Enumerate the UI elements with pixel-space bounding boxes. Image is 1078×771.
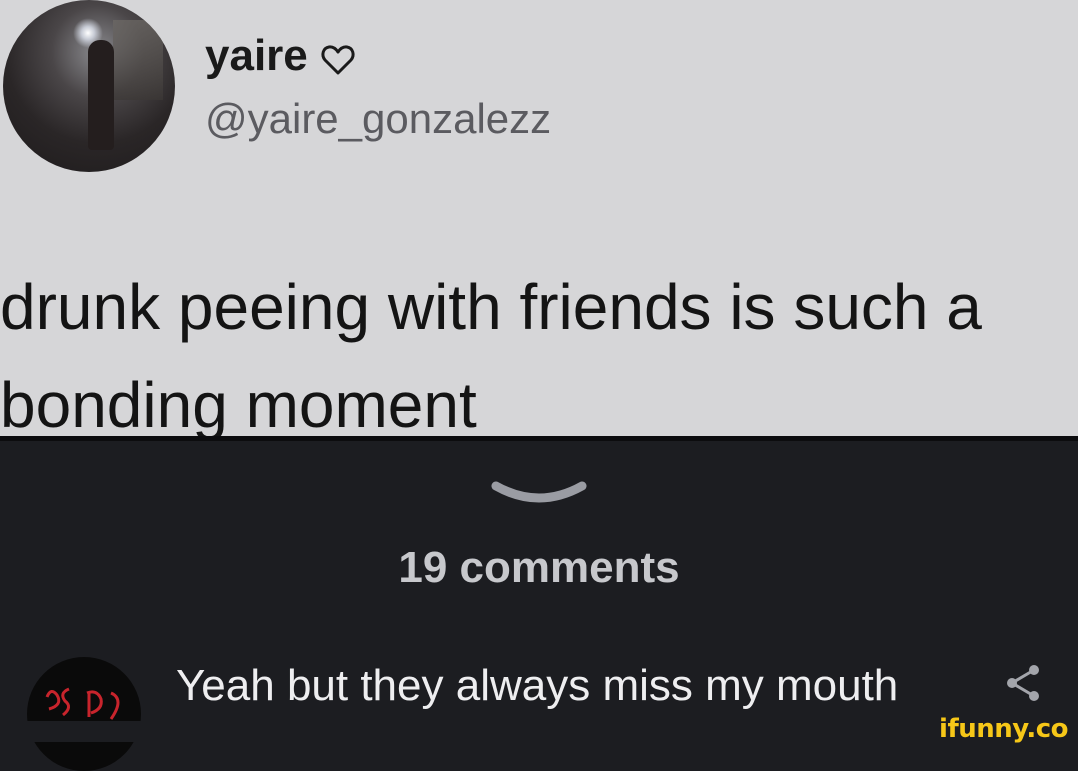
chevron-down-icon[interactable] [490, 476, 588, 510]
display-name-text: yaire [205, 31, 308, 80]
tweet-handle: @yaire_gonzalezz [205, 95, 552, 142]
comments-count[interactable]: 19 comments [0, 540, 1078, 596]
bottom-bar [0, 721, 1078, 742]
tweet-screenshot: yaire @yaire_gonzalezz drunk peeing with… [0, 0, 1078, 438]
ifunny-watermark: ifunny.co [939, 714, 1068, 744]
avatar-window [113, 20, 163, 100]
share-icon[interactable] [1004, 664, 1042, 702]
avatar-figure [88, 40, 114, 150]
comment-text: Yeah but they always miss my mouth [176, 661, 899, 710]
commenter-avatar[interactable] [27, 657, 141, 771]
divider [0, 436, 1078, 441]
tweet-body: drunk peeing with friends is such a bond… [0, 271, 982, 438]
tweet-avatar [3, 0, 175, 172]
tweet-display-name: yaire [205, 30, 356, 82]
heart-outline-icon [320, 38, 356, 75]
